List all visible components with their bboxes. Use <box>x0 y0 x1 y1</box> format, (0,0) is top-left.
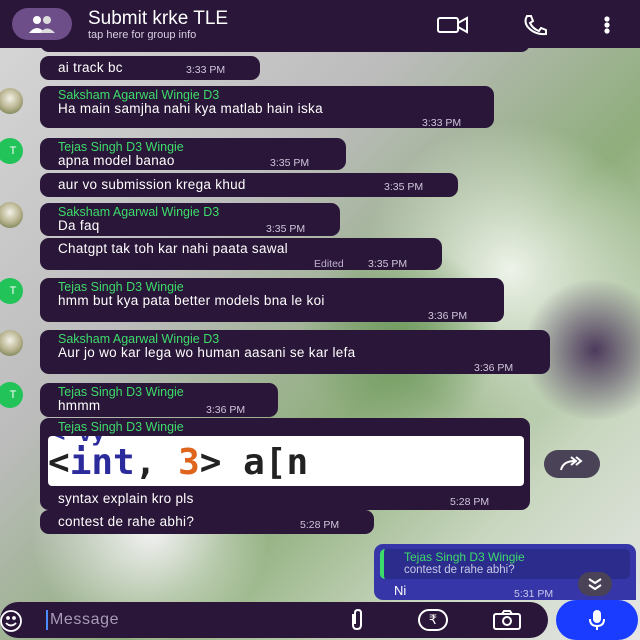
sender-name[interactable]: Tejas Singh D3 Wingie <box>58 280 184 294</box>
message-text: aur vo submission krega khud <box>58 177 246 192</box>
avatar[interactable] <box>0 330 23 356</box>
voice-call-button[interactable] <box>518 12 552 38</box>
avatar[interactable] <box>0 88 23 114</box>
sender-name[interactable]: Tejas Singh D3 Wingie <box>58 385 184 399</box>
avatar[interactable]: T <box>0 382 23 408</box>
video-call-button[interactable] <box>436 12 470 38</box>
more-options-button[interactable] <box>590 12 624 38</box>
message-time: 3:35 PM <box>384 181 424 193</box>
avatar[interactable]: T <box>0 278 23 304</box>
message-time: 3:35 PM <box>368 258 408 270</box>
rupee-icon: ₹ <box>428 612 438 627</box>
message-text: Chatgpt tak toh kar nahi paata sawal <box>58 241 288 256</box>
message-time: 5:31 PM <box>514 588 554 600</box>
scroll-to-bottom-button[interactable] <box>578 572 612 596</box>
attach-button[interactable] <box>342 606 372 634</box>
message-text: hmmm <box>58 398 101 413</box>
message-time: 5:28 PM <box>450 496 490 508</box>
avatar-initial: T <box>9 285 17 297</box>
avatar-initial: T <box>9 145 17 157</box>
message-text: apna model banao <box>58 153 175 168</box>
avatar[interactable]: T <box>0 138 23 164</box>
wallpaper-highlight <box>360 120 640 420</box>
sender-name[interactable]: Saksham Agarwal Wingie D3 <box>58 332 219 346</box>
message-bubble[interactable]: ai track bc 3:33 PM <box>40 56 260 80</box>
text-caret <box>46 610 48 630</box>
voice-message-button[interactable] <box>556 600 638 640</box>
message-bubble[interactable]: Saksham Agarwal Wingie D3 Da faq 3:35 PM <box>40 203 340 236</box>
avatar[interactable] <box>0 202 23 228</box>
group-icon <box>29 16 55 33</box>
message-input[interactable] <box>50 608 290 632</box>
message-bubble[interactable]: Tejas Singh D3 Wingie hmm but kya pata b… <box>40 278 504 322</box>
message-bubble[interactable]: aur vo submission krega khud 3:35 PM <box>40 173 458 197</box>
message-text: contest de rahe abhi? <box>58 514 195 529</box>
message-text: Aur jo wo kar lega wo human aasani se ka… <box>58 345 356 360</box>
quote-sender: Tejas Singh D3 Wingie <box>404 550 525 564</box>
emoji-button[interactable] <box>0 608 26 634</box>
camera-icon <box>493 610 521 630</box>
group-title[interactable]: Submit krke TLE <box>88 8 228 30</box>
message-text: Da faq <box>58 218 100 233</box>
scroll-down-icon <box>588 578 602 591</box>
sender-name[interactable]: Tejas Singh D3 Wingie <box>58 140 184 154</box>
sender-name[interactable]: Tejas Singh D3 Wingie <box>58 420 184 434</box>
message-bubble[interactable]: Saksham Agarwal Wingie D3 Aur jo wo kar … <box>40 330 550 374</box>
quote-text: contest de rahe abhi? <box>404 564 515 576</box>
message-time: 5:28 PM <box>300 519 340 531</box>
code-screenshot-image[interactable]: < vy <int, 3> a[n <box>48 436 524 486</box>
message-text: hmm but kya pata better models bna le ko… <box>58 293 325 308</box>
message-time: 3:36 PM <box>474 362 514 374</box>
code-line: <int, 3> a[n <box>48 442 309 483</box>
group-avatar[interactable] <box>12 8 72 40</box>
phone-icon <box>524 15 547 36</box>
forward-icon <box>560 456 583 471</box>
message-bubble[interactable]: Tejas Singh D3 Wingie apna model banao 3… <box>40 138 346 170</box>
message-time: 3:33 PM <box>186 64 226 76</box>
video-call-icon <box>437 16 468 34</box>
message-text: Ni <box>394 583 407 598</box>
message-bubble-cutoff <box>40 40 530 52</box>
payment-button[interactable]: ₹ <box>418 609 448 631</box>
message-text: Ha main samjha nahi kya matlab hain iska <box>58 101 323 116</box>
mic-icon <box>589 610 605 630</box>
forward-button[interactable] <box>544 450 600 478</box>
more-icon <box>604 16 610 34</box>
emoji-icon <box>0 610 22 632</box>
edited-label: Edited <box>314 258 344 270</box>
camera-button[interactable] <box>492 606 522 634</box>
avatar-initial: T <box>9 389 17 401</box>
message-time: 3:35 PM <box>266 223 306 235</box>
message-bubble[interactable]: Chatgpt tak toh kar nahi paata sawal Edi… <box>40 238 442 270</box>
sender-name[interactable]: Saksham Agarwal Wingie D3 <box>58 205 219 219</box>
sender-name[interactable]: Saksham Agarwal Wingie D3 <box>58 88 219 102</box>
message-text: ai track bc <box>58 60 123 75</box>
message-time: 3:33 PM <box>422 117 462 129</box>
message-bubble[interactable]: Tejas Singh D3 Wingie hmmm 3:36 PM <box>40 383 278 417</box>
message-time: 3:36 PM <box>428 310 468 322</box>
message-text: syntax explain kro pls <box>58 491 194 506</box>
message-time: 3:36 PM <box>206 404 246 416</box>
message-time: 3:35 PM <box>270 157 310 169</box>
message-bubble[interactable]: contest de rahe abhi? 5:28 PM <box>40 510 374 534</box>
message-bubble[interactable]: Saksham Agarwal Wingie D3 Ha main samjha… <box>40 86 494 129</box>
attach-icon <box>352 608 362 631</box>
